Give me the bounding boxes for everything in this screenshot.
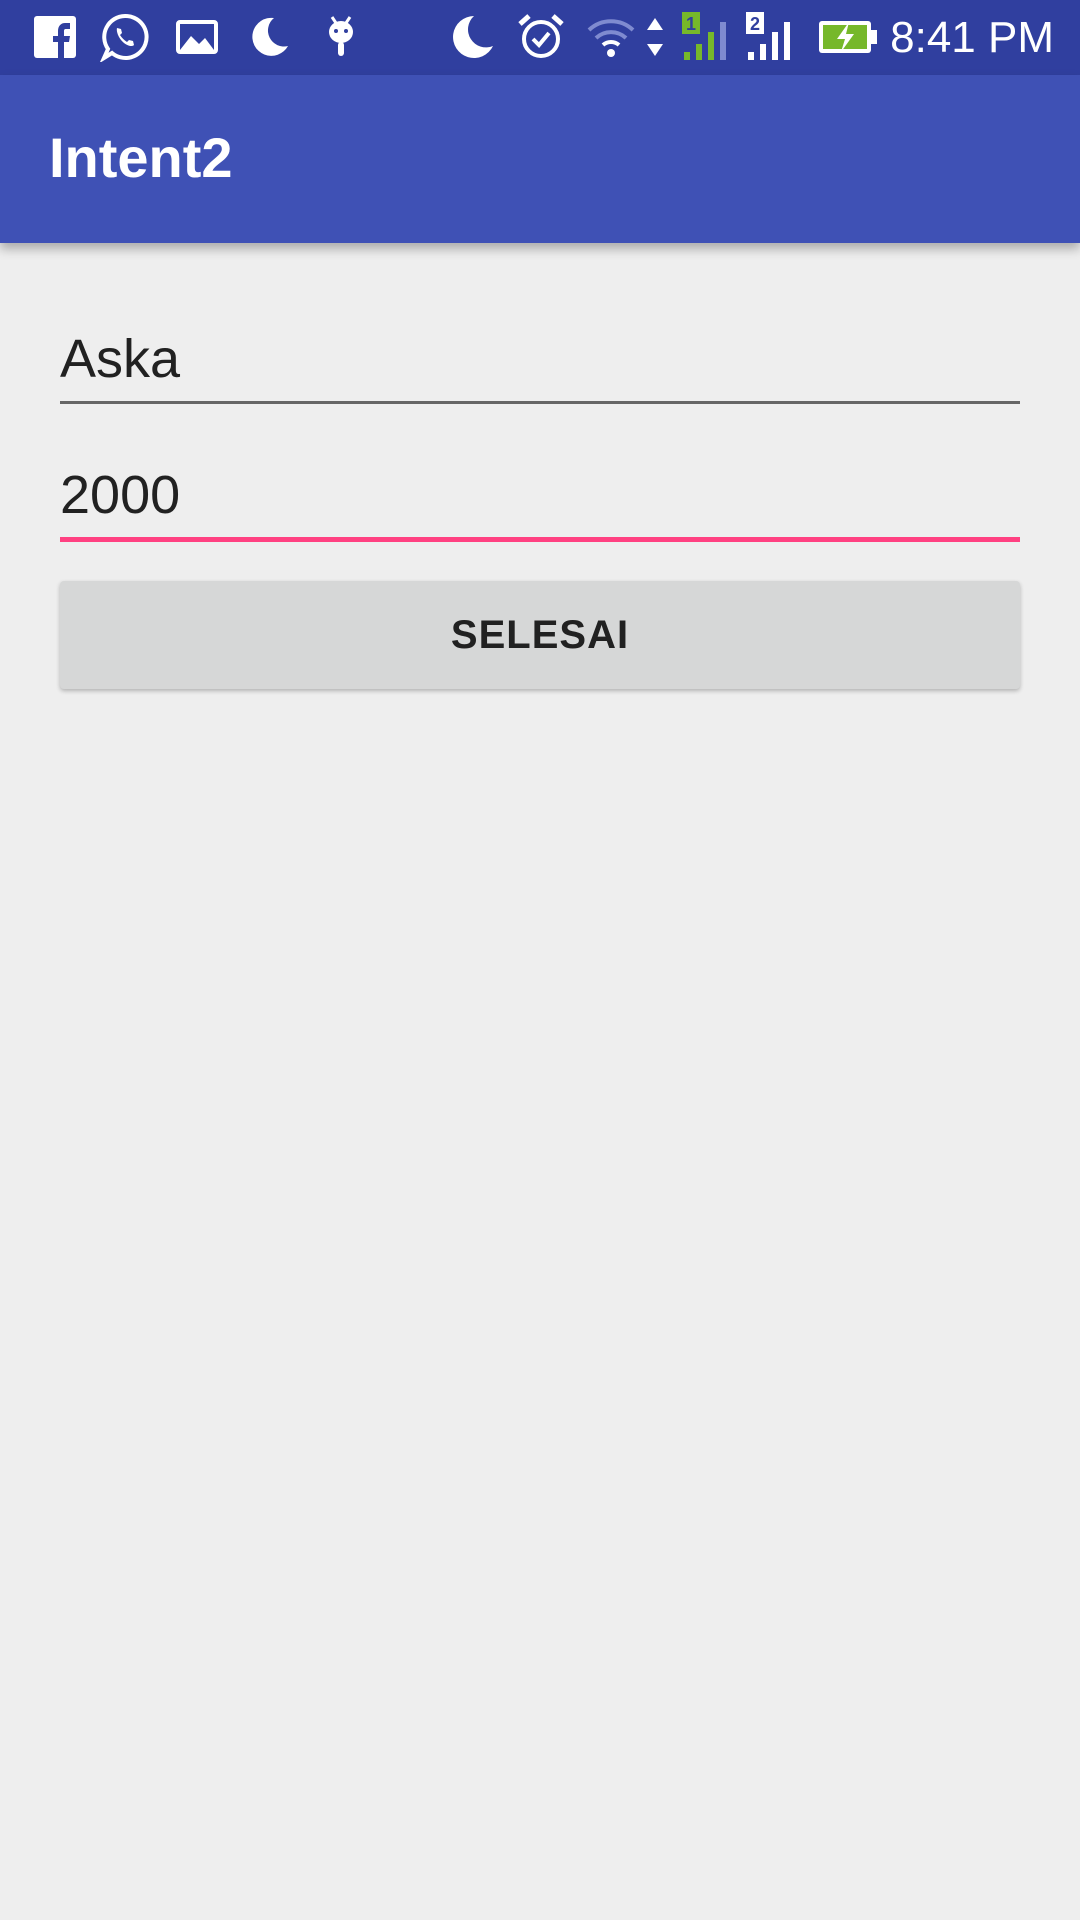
- battery-charging-icon: [816, 12, 880, 62]
- svg-text:1: 1: [686, 14, 696, 34]
- svg-text:2: 2: [750, 14, 760, 34]
- selesai-button[interactable]: SELESAI: [60, 581, 1020, 689]
- gallery-icon: [172, 12, 222, 62]
- alarm-icon: [516, 12, 566, 62]
- wifi-icon: [586, 12, 636, 62]
- android-debug-icon: [316, 12, 366, 62]
- amount-field-underline: [60, 537, 1020, 542]
- do-not-disturb-moon-icon: [446, 12, 496, 62]
- name-field-underline: [60, 401, 1020, 404]
- app-bar: Intent2: [0, 75, 1080, 243]
- amount-field[interactable]: 2000: [60, 463, 1020, 545]
- moon-icon: [244, 12, 294, 62]
- data-arrows-icon: [640, 12, 670, 62]
- status-clock: 8:41 PM: [890, 13, 1054, 62]
- signal-sim2-icon: 2: [744, 12, 794, 62]
- amount-field-value: 2000: [60, 465, 181, 525]
- whatsapp-icon: [100, 12, 150, 62]
- main-content: Aska 2000 SELESAI: [0, 243, 1080, 1920]
- facebook-icon: [30, 12, 80, 62]
- name-field-value: Aska: [60, 329, 181, 389]
- signal-sim1-icon: 1: [680, 12, 730, 62]
- name-field[interactable]: Aska: [60, 327, 1020, 407]
- app-title: Intent2: [49, 126, 233, 189]
- status-bar: 1 2 8:41 PM: [0, 0, 1080, 75]
